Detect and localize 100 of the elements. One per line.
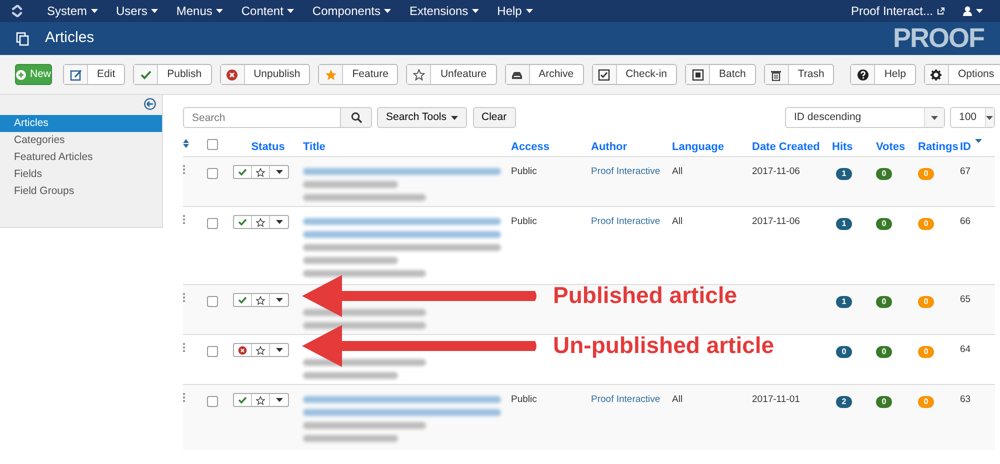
caret-icon	[976, 9, 983, 13]
table-cell-text: 64	[960, 343, 972, 357]
collapse-icon[interactable]	[144, 98, 156, 110]
check-icon	[238, 218, 247, 226]
author-link[interactable]: Proof Interactive	[591, 216, 660, 227]
site-link[interactable]: Proof Interact...	[842, 0, 954, 22]
logo: PROOF	[892, 25, 984, 52]
column-header[interactable]: Language	[672, 139, 752, 156]
caret-icon	[472, 9, 480, 13]
toolbar-button[interactable]: Publish	[133, 64, 212, 85]
menu-item[interactable]: Content	[232, 0, 304, 22]
drag-handle-icon[interactable]	[183, 215, 186, 224]
count-badge: 0	[876, 168, 892, 180]
menu-item[interactable]: Help	[488, 0, 542, 22]
toolbar-button[interactable]: Archive	[504, 64, 584, 85]
caret-icon	[91, 9, 98, 13]
sort-icon[interactable]	[183, 139, 189, 148]
toolbar-button[interactable]: Feature	[318, 64, 398, 85]
check-icon	[238, 168, 247, 176]
caret-icon	[276, 348, 282, 352]
status-button-group[interactable]	[233, 215, 289, 229]
column-header[interactable]: Ratings	[918, 139, 960, 156]
caret-icon	[287, 9, 294, 13]
limit-select[interactable]: 100	[950, 107, 995, 128]
author-link[interactable]: Proof Interactive	[591, 166, 660, 177]
column-header[interactable]: Author	[591, 139, 672, 156]
toolbar-button[interactable]: Options	[924, 64, 1000, 85]
toolbar-button[interactable]: Batch	[685, 64, 756, 85]
count-badge: 0	[876, 346, 892, 358]
help-icon	[856, 68, 869, 80]
count-badge: 0	[876, 296, 892, 308]
toolbar-button[interactable]: Unpublish	[220, 64, 310, 85]
count-badge: 0	[876, 218, 892, 230]
table-cell-text: 66	[960, 215, 972, 229]
count-badge: 1	[836, 218, 852, 230]
star-icon	[256, 218, 265, 226]
search-tools-button[interactable]: Search Tools	[377, 107, 467, 128]
toolbar-button[interactable]: Unfeature	[406, 64, 497, 85]
author-link[interactable]: Proof Interactive	[591, 394, 660, 405]
sidebar-item[interactable]: Articles	[0, 115, 162, 132]
caret-icon	[986, 116, 994, 120]
count-badge: 1	[836, 296, 852, 308]
drag-handle-icon[interactable]	[183, 165, 186, 174]
toolbar-button[interactable]: Check-in	[592, 64, 678, 85]
table-cell: 2017-11-01	[752, 394, 800, 405]
row-checkbox[interactable]	[207, 168, 218, 179]
caret-icon	[276, 298, 282, 302]
drag-handle-icon[interactable]	[183, 293, 186, 302]
annotation-label: Published article	[553, 284, 738, 307]
toolbar-button[interactable]: Trash	[764, 64, 834, 85]
toolbar-button[interactable]: Help	[850, 64, 916, 85]
table-cell-text: 63	[960, 393, 972, 407]
ordering-select[interactable]: ID descending	[785, 107, 945, 128]
check-icon	[238, 396, 247, 404]
row-checkbox[interactable]	[207, 396, 218, 407]
status-button-group[interactable]	[233, 293, 289, 307]
menu-item[interactable]: Menus	[167, 0, 232, 22]
drag-handle-icon[interactable]	[183, 393, 186, 402]
menu-item[interactable]: Users	[107, 0, 168, 22]
plus-icon	[16, 70, 26, 80]
settings-icon	[930, 68, 942, 80]
table-cell-text: 65	[960, 293, 972, 307]
table-cell-text: 67	[960, 165, 972, 179]
menu-item[interactable]: System	[38, 0, 108, 22]
sidebar-item[interactable]: Categories	[0, 132, 162, 149]
column-header[interactable]: Hits	[832, 139, 876, 156]
column-header[interactable]: ID	[960, 139, 990, 156]
menu-item[interactable]: Components	[303, 0, 400, 22]
star-icon	[256, 168, 265, 176]
row-checkbox[interactable]	[207, 218, 218, 229]
search-button[interactable]	[340, 107, 372, 128]
table-cell: Public	[511, 216, 537, 227]
status-button-group[interactable]	[233, 343, 289, 357]
column-header[interactable]: Date Created	[752, 139, 832, 156]
edit-icon	[70, 68, 82, 80]
column-header[interactable]: Access	[511, 139, 591, 156]
cross-icon	[226, 68, 238, 80]
table-cell: Public	[511, 394, 537, 405]
column-header[interactable]: Votes	[876, 139, 918, 156]
drag-handle-icon[interactable]	[183, 343, 186, 352]
search-field[interactable]: Search	[183, 107, 341, 128]
sidebar-item[interactable]: Field Groups	[0, 183, 162, 200]
table-cell: All	[672, 216, 683, 227]
row-checkbox[interactable]	[207, 346, 218, 357]
check-icon	[140, 68, 152, 80]
status-button-group[interactable]	[233, 165, 289, 179]
row-checkbox[interactable]	[207, 296, 218, 307]
column-header[interactable]: Title	[303, 139, 511, 156]
check-icon	[238, 296, 247, 304]
column-header[interactable]: Status	[233, 139, 303, 156]
sidebar-item[interactable]: Fields	[0, 166, 162, 183]
sidebar-item[interactable]: Featured Articles	[0, 149, 162, 166]
menu-item[interactable]: Extensions	[400, 0, 488, 22]
select-all-checkbox[interactable]	[207, 139, 218, 150]
table-cell: All	[672, 166, 683, 177]
caret-icon	[216, 9, 224, 13]
status-button-group[interactable]	[233, 393, 289, 407]
joomla-logo-icon[interactable]	[10, 4, 24, 18]
toolbar-button[interactable]: Edit	[63, 64, 126, 85]
clear-button[interactable]: Clear	[472, 107, 516, 128]
